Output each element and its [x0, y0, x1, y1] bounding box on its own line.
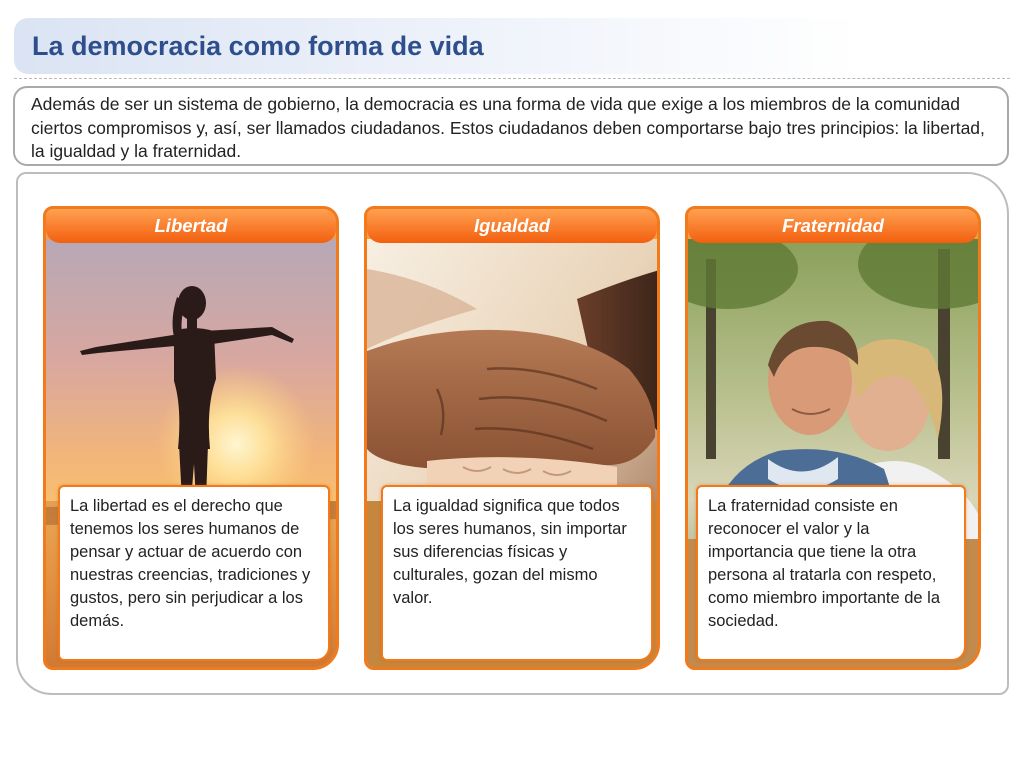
card-title-fraternidad: Fraternidad — [688, 209, 978, 243]
card-text-fraternidad: La fraternidad consiste en reconocer el … — [696, 485, 966, 661]
title-divider — [14, 78, 1010, 79]
page-title: La democracia como forma de vida — [32, 31, 484, 61]
card-libertad[interactable]: Libertad La libertad es el derecho que t… — [43, 206, 339, 670]
card-text-libertad: La libertad es el derecho que tenemos lo… — [58, 485, 330, 661]
intro-text: Además de ser un sistema de gobierno, la… — [31, 94, 985, 161]
title-bar: La democracia como forma de vida — [14, 18, 1010, 74]
card-title-libertad: Libertad — [46, 209, 336, 243]
card-fraternidad[interactable]: Fraternidad La fraternidad consiste en r… — [685, 206, 981, 670]
card-title-igualdad: Igualdad — [367, 209, 657, 243]
intro-box: Además de ser un sistema de gobierno, la… — [13, 86, 1009, 166]
card-text-igualdad: La igualdad significa que todos los sere… — [381, 485, 653, 661]
card-igualdad[interactable]: Igualdad La igualdad significa que todos… — [364, 206, 660, 670]
